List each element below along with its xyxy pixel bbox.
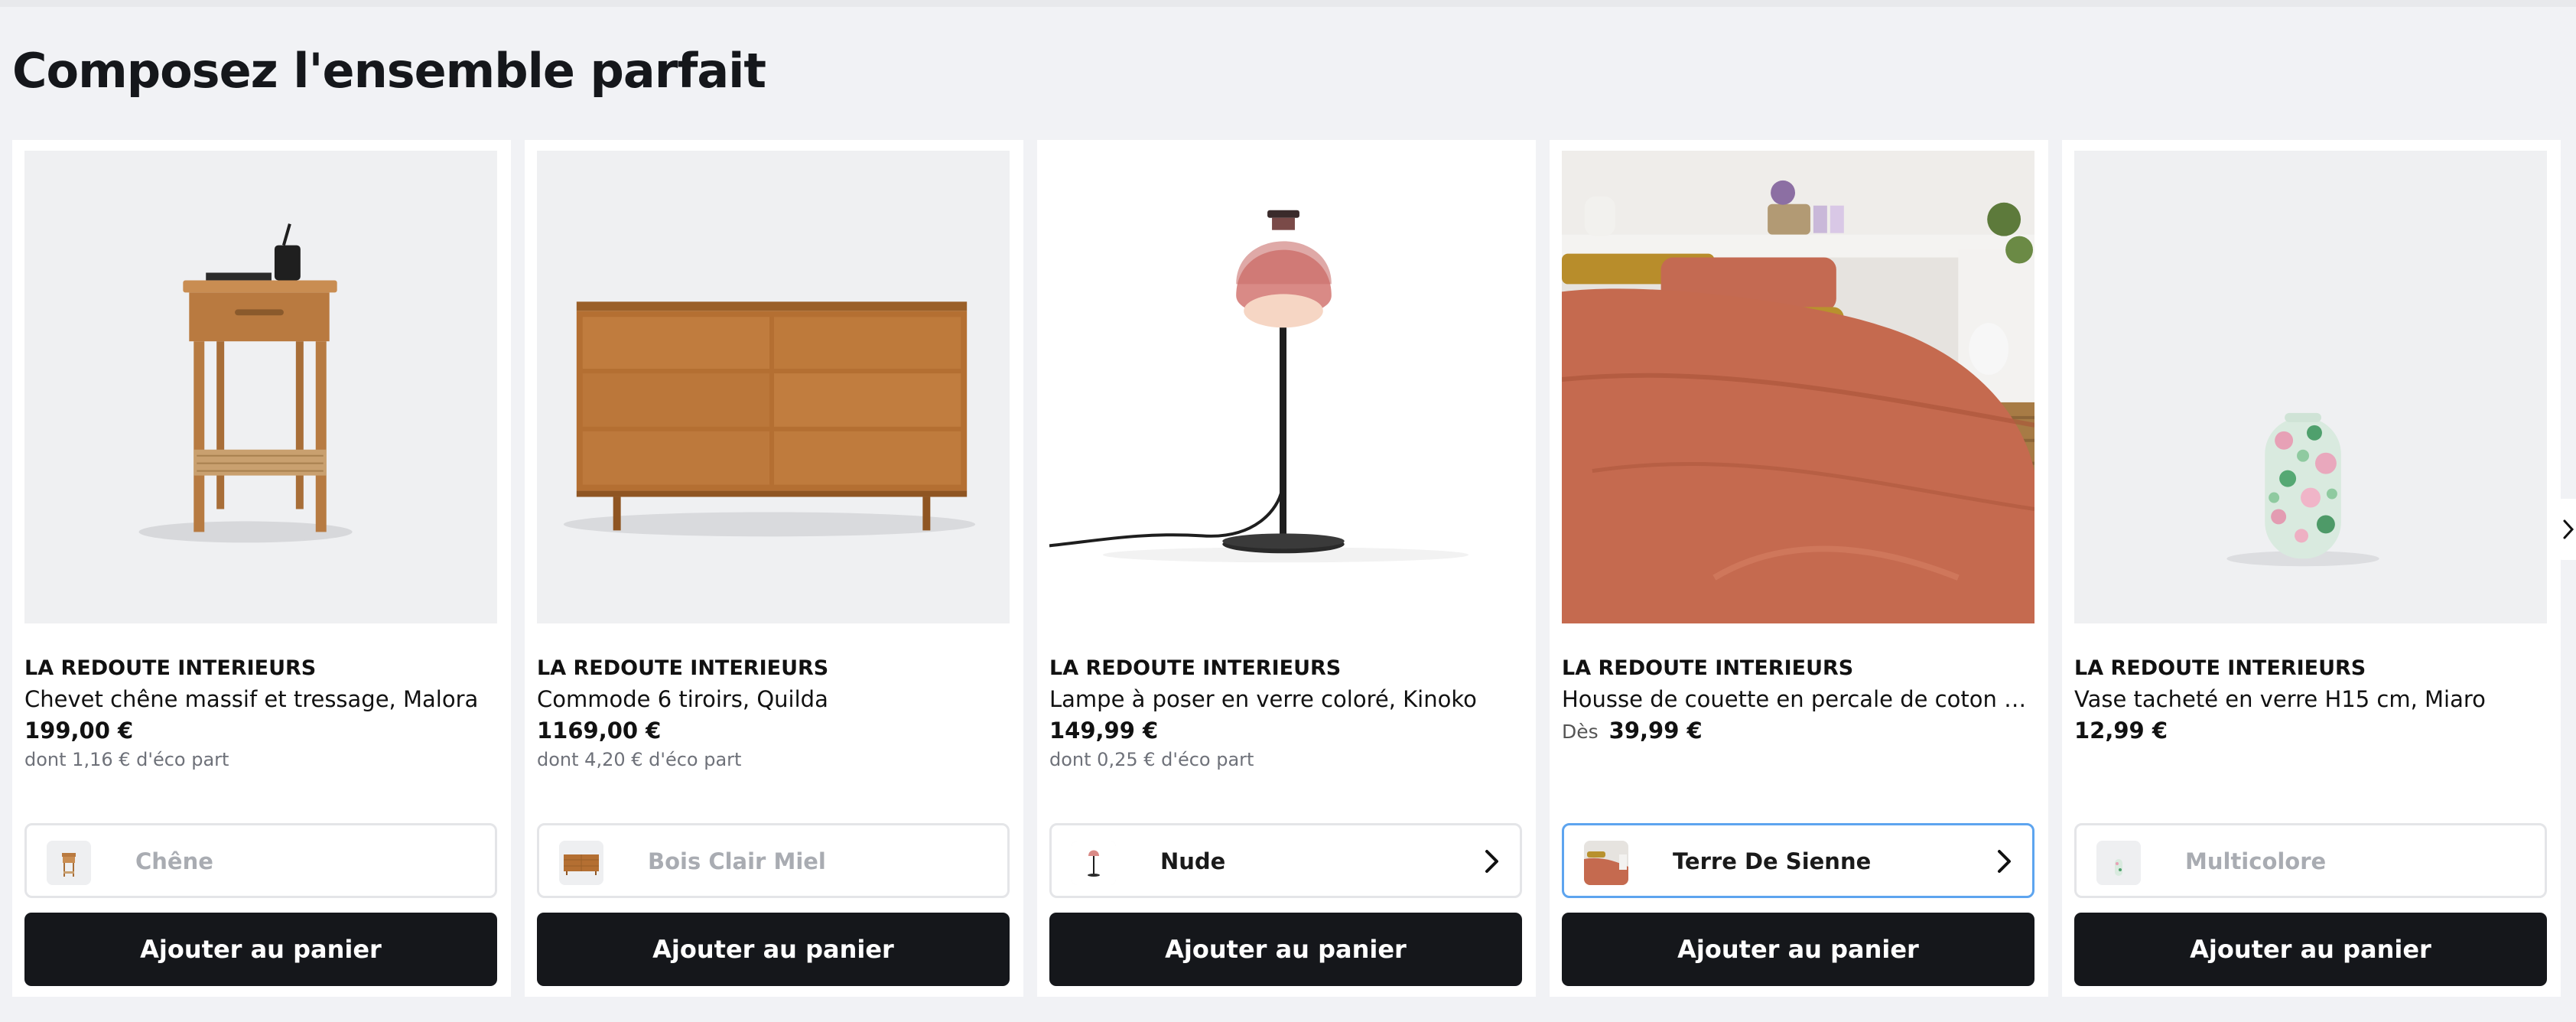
product-price: 12,99 €: [2074, 718, 2168, 744]
product-image[interactable]: [2074, 151, 2547, 623]
product-price: 149,99 €: [1049, 718, 1158, 744]
product-name[interactable]: Lampe à poser en verre coloré, Kinoko: [1049, 686, 1524, 712]
chevron-right-icon: [1998, 850, 2011, 873]
product-name[interactable]: Vase tacheté en verre H15 cm, Miaro: [2074, 686, 2548, 712]
product-price-value: 12,99 €: [2074, 718, 2168, 744]
add-to-cart-button[interactable]: Ajouter au panier: [537, 913, 1010, 986]
product-price-value: 1169,00 €: [537, 718, 662, 744]
vase-thumb-icon: [2096, 841, 2141, 885]
add-to-cart-button[interactable]: Ajouter au panier: [24, 913, 497, 986]
product-card: LA REDOUTE INTERIEURS Chevet chêne massi…: [12, 140, 511, 997]
bedside-table-thumb-icon: [47, 841, 91, 885]
carousel-next-button[interactable]: [2558, 499, 2576, 560]
product-brand: LA REDOUTE INTERIEURS: [537, 656, 829, 680]
price-prefix: Dès: [1562, 721, 1599, 743]
product-card: LA REDOUTE INTERIEURS Vase tacheté en ve…: [2062, 140, 2561, 997]
duvet-thumb-icon: [1584, 841, 1628, 885]
eco-part-note: dont 0,25 € d'éco part: [1049, 749, 1254, 770]
product-price-value: 149,99 €: [1049, 718, 1159, 744]
product-price-value: 39,99 €: [1608, 718, 1703, 744]
add-to-cart-button[interactable]: Ajouter au panier: [1562, 913, 2034, 986]
product-brand: LA REDOUTE INTERIEURS: [1562, 656, 1854, 680]
variant-selector[interactable]: Terre De Sienne: [1562, 823, 2034, 898]
product-brand: LA REDOUTE INTERIEURS: [24, 656, 317, 680]
variant-selector[interactable]: Chêne: [24, 823, 497, 898]
variant-selector[interactable]: Multicolore: [2074, 823, 2547, 898]
section-title: Composez l'ensemble parfait: [12, 43, 766, 99]
dresser-thumb-icon: [559, 841, 603, 885]
variant-label: Multicolore: [2185, 848, 2327, 874]
product-name[interactable]: Commode 6 tiroirs, Quilda: [537, 686, 1011, 712]
product-brand: LA REDOUTE INTERIEURS: [2074, 656, 2366, 680]
variant-selector[interactable]: Bois Clair Miel: [537, 823, 1010, 898]
eco-part-note: dont 1,16 € d'éco part: [24, 749, 229, 770]
chevron-right-icon: [2563, 519, 2574, 539]
lamp-thumb-icon: [1072, 841, 1116, 885]
product-image[interactable]: [1049, 151, 1522, 623]
product-card: LA REDOUTE INTERIEURS Housse de couette …: [1550, 140, 2048, 997]
chevron-right-icon: [1485, 850, 1498, 873]
add-to-cart-button[interactable]: Ajouter au panier: [2074, 913, 2547, 986]
product-card: LA REDOUTE INTERIEURS Lampe à poser en v…: [1037, 140, 1536, 997]
variant-selector[interactable]: Nude: [1049, 823, 1522, 898]
variant-label: Bois Clair Miel: [648, 848, 826, 874]
variant-label: Chêne: [135, 848, 213, 874]
variant-label: Nude: [1160, 848, 1226, 874]
top-divider: [0, 0, 2576, 7]
product-image[interactable]: [24, 151, 497, 623]
product-brand: LA REDOUTE INTERIEURS: [1049, 656, 1342, 680]
product-name[interactable]: Chevet chêne massif et tressage, Malora: [24, 686, 499, 712]
add-to-cart-button[interactable]: Ajouter au panier: [1049, 913, 1522, 986]
variant-label: Terre De Sienne: [1673, 848, 1872, 874]
product-price: Dès 39,99 €: [1562, 718, 1703, 744]
product-price: 1169,00 €: [537, 718, 661, 744]
eco-part-note: dont 4,20 € d'éco part: [537, 749, 742, 770]
product-image[interactable]: [537, 151, 1010, 623]
product-price: 199,00 €: [24, 718, 133, 744]
product-image[interactable]: [1562, 151, 2034, 623]
product-price-value: 199,00 €: [24, 718, 134, 744]
product-name[interactable]: Housse de couette en percale de coton Sc…: [1562, 686, 2036, 712]
product-card: LA REDOUTE INTERIEURS Commode 6 tiroirs,…: [525, 140, 1023, 997]
